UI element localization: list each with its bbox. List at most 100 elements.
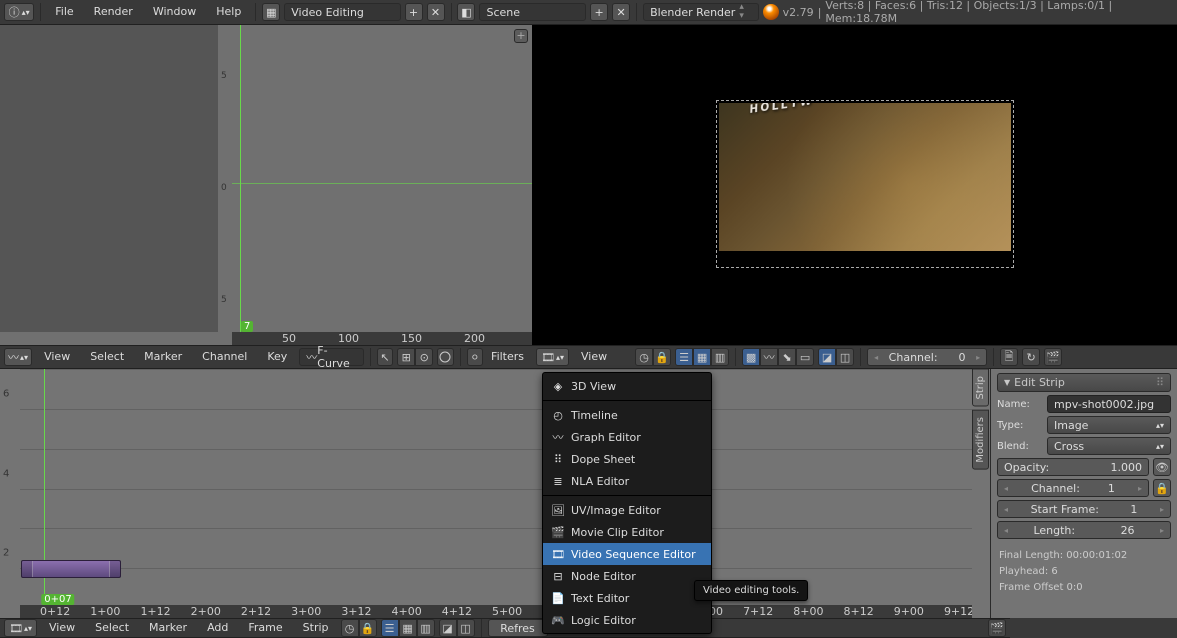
graph-menu-marker[interactable]: Marker [136, 349, 190, 365]
ctx-uvimage[interactable]: 🖼UV/Image Editor [543, 499, 711, 521]
screen-delete-button[interactable]: ✕ [427, 3, 445, 21]
length-field[interactable]: ◂Length: 26▸ [997, 521, 1171, 539]
seq-backdrop1[interactable]: ◪ [439, 619, 457, 637]
menu-render[interactable]: Render [86, 3, 141, 21]
graph-channel-region[interactable] [0, 25, 218, 332]
ctx-dope[interactable]: ⠿Dope Sheet [543, 448, 711, 470]
panel-header-edit-strip[interactable]: ▼Edit Strip⠿ [997, 373, 1171, 392]
image-strip[interactable] [21, 560, 121, 578]
graph-menu-channel[interactable]: Channel [194, 349, 255, 365]
checker-bg-toggle[interactable]: ▩ [742, 348, 760, 366]
seq-backdrop2[interactable]: ◫ [457, 619, 475, 637]
scene-add-button[interactable]: + [590, 3, 608, 21]
seq-menu-select[interactable]: Select [87, 620, 137, 636]
graph-menu-view[interactable]: View [36, 349, 78, 365]
seq-menu-view[interactable]: View [41, 620, 83, 636]
lock-toggle-icon[interactable]: 🔒 [1153, 479, 1171, 497]
sequencer-canvas[interactable]: 6 4 2 0+07 0+121+001+122+002+123+003+124… [0, 369, 990, 618]
seq-menu-frame[interactable]: Frame [240, 620, 290, 636]
prev-menu-view[interactable]: View [573, 349, 615, 365]
proxy-icon[interactable]: 🗎 [1000, 348, 1018, 366]
menu-help[interactable]: Help [208, 3, 249, 21]
mute-toggle-icon[interactable]: 👁 [1153, 458, 1171, 476]
node-icon: ⊟ [551, 569, 565, 583]
ctx-graph[interactable]: 〰Graph Editor [543, 426, 711, 448]
strip-name-field[interactable]: mpv-shot0002.jpg [1047, 395, 1171, 413]
preview-image: HOLLYW [719, 103, 1011, 251]
menu-file[interactable]: File [47, 3, 81, 21]
seq-menu-strip[interactable]: Strip [295, 620, 337, 636]
menu-window[interactable]: Window [145, 3, 204, 21]
ctx-3dview[interactable]: ◈3D View [543, 375, 711, 397]
clip-icon: 🎬 [551, 525, 565, 539]
screen-layout-select[interactable]: Video Editing [284, 3, 400, 21]
view-preview-toggle[interactable]: ▦ [693, 348, 711, 366]
seq-tog2[interactable]: 🔒 [359, 619, 377, 637]
overlay-a-toggle[interactable]: ◪ [818, 348, 836, 366]
filter-toggle[interactable]: ⚪ [467, 348, 483, 366]
opacity-field[interactable]: Opacity:1.000 [997, 458, 1149, 476]
view-seq-toggle[interactable]: ☰ [675, 348, 693, 366]
filters-label[interactable]: Filters [487, 349, 528, 365]
region-expand-button[interactable]: + [514, 29, 528, 43]
ghost-curves-toggle[interactable] [437, 348, 453, 366]
seq-type-icon[interactable]: 🎞▴▾ [4, 619, 37, 637]
graph-ruler[interactable]: 50100150200 [232, 332, 532, 345]
film-icon: 🎞 [551, 547, 565, 561]
waveform-toggle[interactable]: ⬊ [778, 348, 796, 366]
graph-menu-select[interactable]: Select [82, 349, 132, 365]
ctx-text[interactable]: 📄Text Editor [543, 587, 711, 609]
ctx-logic[interactable]: 🎮Logic Editor [543, 609, 711, 631]
strip-blend-select[interactable]: Cross▴▾ [1047, 437, 1171, 455]
graph-type-icon[interactable]: 〰▴▾ [4, 348, 32, 366]
view-lock-toggle[interactable]: 🔒 [653, 348, 671, 366]
scene-select[interactable]: Scene [479, 3, 586, 21]
cursor-icon[interactable]: ↖ [377, 348, 393, 366]
channel-field[interactable]: ◂Channel: 1▸ [997, 479, 1149, 497]
vectorscope-toggle[interactable]: 〰 [760, 348, 778, 366]
view-both-toggle[interactable]: ▥ [711, 348, 729, 366]
overlay-b-toggle[interactable]: ◫ [836, 348, 854, 366]
movieclip-icon[interactable]: 🎬 [1044, 348, 1062, 366]
seq-view-prev[interactable]: ▦ [399, 619, 417, 637]
normalize-toggle[interactable]: ⊞ [397, 348, 415, 366]
ctx-node[interactable]: ⊟Node Editor [543, 565, 711, 587]
channel-label: 4 [3, 468, 9, 479]
seq-view-seq[interactable]: ☰ [381, 619, 399, 637]
info-editor-type-icon[interactable]: ⓘ▴▾ [4, 3, 34, 21]
view-image-toggle[interactable]: ◷ [635, 348, 653, 366]
screen-browse-icon[interactable]: ▦ [262, 3, 280, 21]
nla-icon: ≣ [551, 474, 565, 488]
sequence-preview[interactable]: HOLLYW [532, 25, 1177, 345]
seq-menu-marker[interactable]: Marker [141, 620, 195, 636]
histogram-toggle[interactable]: ▭ [796, 348, 814, 366]
graph-canvas[interactable]: + [232, 25, 532, 332]
render-engine-select[interactable]: Blender Render▴▾ [643, 3, 759, 21]
seq-clapper-icon[interactable]: 🎬 [988, 619, 1006, 637]
seq-tog1[interactable]: ◷ [341, 619, 359, 637]
scene-browse-icon[interactable]: ◧ [457, 3, 475, 21]
seq-view-both[interactable]: ▥ [417, 619, 435, 637]
strip-type-select[interactable]: Image▴▾ [1047, 416, 1171, 434]
refresh-icon[interactable]: ↻ [1022, 348, 1040, 366]
seqprev-type-icon[interactable]: 🎞▴▾ [536, 348, 569, 366]
ctx-movieclip[interactable]: 🎬Movie Clip Editor [543, 521, 711, 543]
ctx-vse[interactable]: 🎞Video Sequence Editor [543, 543, 711, 565]
screen-add-button[interactable]: + [405, 3, 423, 21]
ctx-timeline[interactable]: ◴Timeline [543, 404, 711, 426]
sidebar-tab-modifiers[interactable]: Modifiers [972, 410, 989, 470]
graph-mode-select[interactable]: 〰 F-Curve [299, 348, 364, 366]
sequencer-ruler[interactable]: 0+121+001+122+002+123+003+124+004+125+00… [20, 605, 972, 618]
seq-menu-add[interactable]: Add [199, 620, 236, 636]
refresh-button[interactable]: Refres [488, 619, 548, 637]
scene-delete-button[interactable]: ✕ [612, 3, 630, 21]
blend-label: Blend: [997, 441, 1043, 452]
auto-toggle[interactable]: ⊙ [415, 348, 433, 366]
dope-icon: ⠿ [551, 452, 565, 466]
sequencer-playhead[interactable] [44, 369, 45, 618]
sidebar-tab-strip[interactable]: Strip [972, 369, 989, 407]
preview-channel-field[interactable]: ◂Channel: 0▸ [867, 348, 987, 366]
graph-menu-key[interactable]: Key [259, 349, 295, 365]
ctx-nla[interactable]: ≣NLA Editor [543, 470, 711, 492]
start-frame-field[interactable]: ◂Start Frame: 1▸ [997, 500, 1171, 518]
